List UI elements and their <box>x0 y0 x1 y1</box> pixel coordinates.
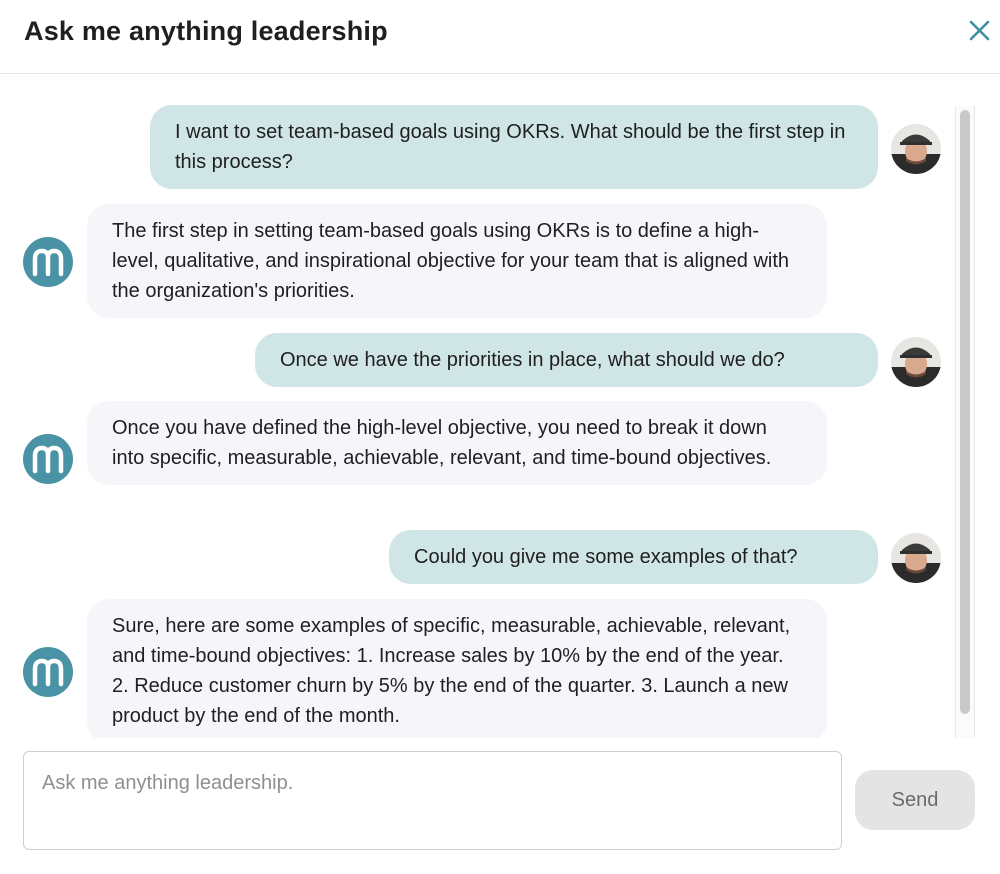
user-message: Once we have the priorities in place, wh… <box>255 333 878 387</box>
user-message: Could you give me some examples of that? <box>389 530 878 584</box>
user-avatar <box>891 337 941 387</box>
message-input[interactable] <box>24 752 841 849</box>
bot-message: The first step in setting team-based goa… <box>87 204 827 318</box>
m-logo-icon <box>23 647 73 697</box>
user-message: I want to set team-based goals using OKR… <box>150 105 878 189</box>
modal-header: Ask me anything leadership <box>0 0 1000 74</box>
bot-message: Sure, here are some examples of specific… <box>87 599 827 738</box>
m-logo-icon <box>23 434 73 484</box>
modal-title: Ask me anything leadership <box>24 16 388 46</box>
m-logo-icon <box>23 237 73 287</box>
chat-log: I want to set team-based goals using OKR… <box>0 75 1000 738</box>
close-icon[interactable] <box>966 17 994 45</box>
user-avatar <box>891 124 941 174</box>
user-avatar <box>891 533 941 583</box>
bot-message: Once you have defined the high-level obj… <box>87 401 827 485</box>
send-button[interactable]: Send <box>855 770 975 830</box>
message-input-box[interactable] <box>23 751 842 850</box>
